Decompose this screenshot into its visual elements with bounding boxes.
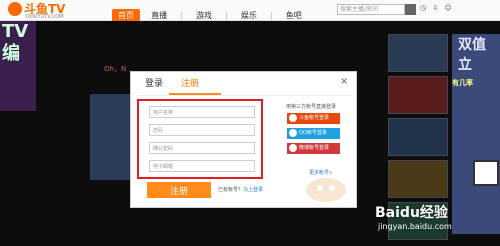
has-account-prefix: 已有帐号？ (218, 187, 244, 193)
main-nav: 首页 直播 | 游戏 | 娱乐 | 鱼吧 (112, 3, 308, 23)
user-icon[interactable]: ☺ (444, 4, 451, 12)
weibo-icon (289, 144, 297, 152)
download-icon[interactable]: ⇩ (432, 4, 438, 12)
confirm-password-field[interactable]: 确认密码 (149, 142, 255, 154)
highlight-box: 用户名称 密码 确认密码 电子邮箱 (137, 99, 263, 179)
promo-title: 双值 立 (458, 37, 486, 73)
password-field[interactable]: 密码 (149, 124, 255, 136)
register-dialog: 登录 注册 × 用户名称 密码 确认密码 电子邮箱 用第三方帐号直接登录 斗鱼帐… (130, 71, 357, 208)
right-recommend-column (388, 34, 450, 240)
qq-login-label: QQ帐号登录 (299, 130, 327, 136)
mascot-image (302, 172, 350, 204)
recommend-thumb[interactable] (388, 76, 448, 114)
brand-site: DOUYUTV.COM (26, 14, 64, 20)
top-navigation-bar: 斗鱼TV DOUYUTV.COM 首页 直播 | 游戏 | 娱乐 | 鱼吧 搜索… (0, 0, 500, 23)
weibo-login-button[interactable]: 微博帐号登录 (287, 143, 340, 154)
third-party-title: 用第三方帐号直接登录 (286, 104, 337, 110)
register-button[interactable]: 注册 (147, 182, 211, 198)
tab-login[interactable]: 登录 (145, 78, 163, 90)
email-field[interactable]: 电子邮箱 (149, 160, 255, 172)
divider (137, 95, 350, 96)
top-icon-group: ◷ ⇩ ☺ (420, 4, 456, 16)
promo-slogan: 有几率 (452, 79, 473, 87)
douyu-login-label: 斗鱼帐号登录 (299, 115, 330, 121)
tab-register[interactable]: 注册 (181, 78, 199, 90)
qq-login-button[interactable]: QQ帐号登录 (287, 128, 340, 139)
search-icon[interactable] (405, 4, 416, 15)
recommend-thumb[interactable] (388, 118, 448, 156)
stream-thumbnail[interactable] (90, 94, 130, 180)
recommend-thumb[interactable] (388, 34, 448, 72)
baidu-watermark-url: jingyan.baidu.com (378, 222, 452, 231)
stream-title: Oh，N (104, 65, 127, 73)
right-promo-banner[interactable]: 双值 立 有几率 (452, 34, 500, 234)
fish-logo-icon (8, 2, 22, 16)
history-icon[interactable]: ◷ (420, 4, 426, 12)
username-field[interactable]: 用户名称 (149, 106, 255, 118)
close-icon[interactable]: × (340, 77, 348, 87)
has-account-text: 已有帐号？马上登录 (218, 186, 263, 193)
douyu-icon (289, 114, 297, 122)
weibo-login-label: 微博帐号登录 (299, 145, 330, 151)
baidu-watermark: Baidu经验 (375, 205, 448, 221)
qq-icon (289, 129, 297, 137)
douyu-logo[interactable]: 斗鱼TV DOUYUTV.COM (8, 2, 78, 20)
qr-code-icon (473, 160, 499, 186)
douyu-login-button[interactable]: 斗鱼帐号登录 (287, 113, 340, 124)
search-input[interactable]: 搜索主播/房间 (337, 4, 405, 15)
recommend-thumb[interactable] (388, 160, 448, 198)
left-promo-banner: TV 编 (0, 21, 36, 111)
login-now-link[interactable]: 马上登录 (243, 187, 263, 193)
